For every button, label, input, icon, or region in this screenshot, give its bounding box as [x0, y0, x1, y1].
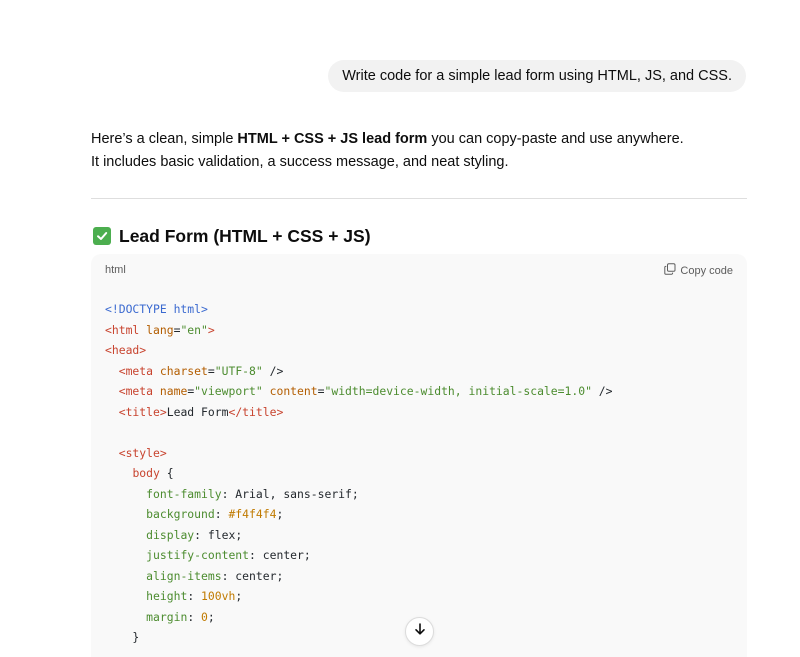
code-line: }: [105, 627, 613, 648]
scroll-to-bottom-button[interactable]: [405, 617, 434, 646]
code-line: <meta name="viewport" content="width=dev…: [105, 381, 613, 402]
code-token: ;: [235, 589, 243, 603]
answer-line-1-suffix: you can copy-paste and use anywhere.: [427, 131, 684, 147]
code-token: justify-content: [146, 548, 250, 562]
code-token: display: [146, 527, 195, 542]
code-token: <head>: [105, 343, 147, 357]
code-line: <head>: [105, 340, 613, 361]
code-token: <title>: [118, 404, 167, 419]
code-token: 0: [201, 609, 208, 624]
code-token: =: [207, 363, 215, 378]
code-token: "viewport": [194, 384, 263, 398]
code-token: : center;: [249, 548, 311, 562]
code-line: display: flex;: [105, 525, 613, 546]
code-token: : Arial, sans-serif;: [221, 486, 359, 501]
code-token: >: [201, 302, 208, 316]
code-line: <html lang="en">: [105, 320, 613, 341]
copy-code-label: Copy code: [680, 264, 733, 277]
code-token: <meta: [118, 363, 160, 378]
code-token: body: [132, 466, 160, 480]
copy-icon: [664, 263, 676, 278]
code-token: :: [214, 507, 229, 521]
code-token: <html: [105, 322, 147, 337]
code-token: :: [187, 609, 202, 624]
code-token: charset: [159, 363, 208, 378]
answer-line-2: It includes basic validation, a success …: [91, 154, 509, 170]
code-line: margin: 0;: [105, 607, 613, 628]
answer-line-1: Here’s a clean, simple HTML + CSS + JS l…: [91, 128, 747, 151]
code-line: <!DOCTYPE html>: [105, 299, 613, 320]
code-token: background: [146, 507, 215, 521]
code-token: "width=device-width, initial-scale=1.0": [324, 384, 592, 398]
chat-page: Write code for a simple lead form using …: [0, 0, 800, 657]
code-line: <title>Lead Form</title>: [105, 402, 613, 423]
code-token: : center;: [221, 568, 284, 583]
section-title: Lead Form (HTML + CSS + JS): [119, 225, 371, 246]
code-token: font-family: [146, 486, 222, 501]
code-block: html Copy code <!DOCTYPE html> <html lang…: [91, 254, 747, 657]
code-token: <meta: [118, 384, 160, 398]
user-message-text: Write code for a simple lead form using …: [342, 68, 732, 84]
code-token: {: [159, 466, 174, 480]
code-token: : flex;: [194, 527, 243, 542]
section-heading: Lead Form (HTML + CSS + JS): [93, 224, 371, 248]
code-line: font-family: Arial, sans-serif;: [105, 484, 613, 505]
answer-line-1-bold: HTML + CSS + JS lead form: [237, 131, 428, 147]
user-message-bubble: Write code for a simple lead form using …: [328, 60, 746, 92]
arrow-down-icon: [413, 622, 427, 641]
code-token: ;: [207, 609, 215, 624]
code-token: height: [146, 589, 188, 603]
code-block-header: html Copy code: [91, 254, 747, 286]
code-token: >: [207, 322, 215, 337]
code-body: <!DOCTYPE html> <html lang="en"> <head> <m…: [105, 299, 613, 648]
code-token: :: [187, 589, 202, 603]
code-line: <style>: [105, 443, 613, 464]
code-token: ;: [276, 507, 284, 521]
code-token: html: [173, 302, 202, 316]
code-token: lang: [146, 322, 174, 337]
code-token: "en": [180, 322, 208, 337]
code-line: align-items: center;: [105, 566, 613, 587]
check-mark-icon: [93, 227, 111, 245]
copy-code-button[interactable]: Copy code: [664, 263, 733, 278]
code-token: name: [159, 384, 188, 398]
code-language-label: html: [105, 264, 126, 276]
code-token: align-items: [146, 568, 222, 583]
code-line: <meta charset="UTF-8" />: [105, 361, 613, 382]
assistant-answer: Here’s a clean, simple HTML + CSS + JS l…: [91, 128, 747, 174]
code-token: </title>: [228, 404, 284, 419]
code-line: body {: [105, 463, 613, 484]
code-token: 100vh: [201, 589, 236, 603]
code-token: #f4f4f4: [228, 507, 277, 521]
code-line: background: #f4f4f4;: [105, 504, 613, 525]
code-line: height: 100vh;: [105, 586, 613, 607]
answer-line-1-prefix: Here’s a clean, simple: [91, 131, 238, 147]
code-token: content: [269, 384, 318, 398]
code-line: justify-content: center;: [105, 545, 613, 566]
code-token: <style>: [118, 445, 167, 460]
code-token: <!DOCTYPE: [105, 302, 174, 316]
code-token: />: [262, 363, 284, 378]
code-token: "UTF-8": [214, 363, 263, 378]
code-token: Lead Form: [166, 404, 229, 419]
section-divider: [91, 198, 747, 199]
code-token: />: [591, 384, 613, 398]
code-token: }: [105, 630, 140, 644]
code-token: margin: [146, 609, 188, 624]
